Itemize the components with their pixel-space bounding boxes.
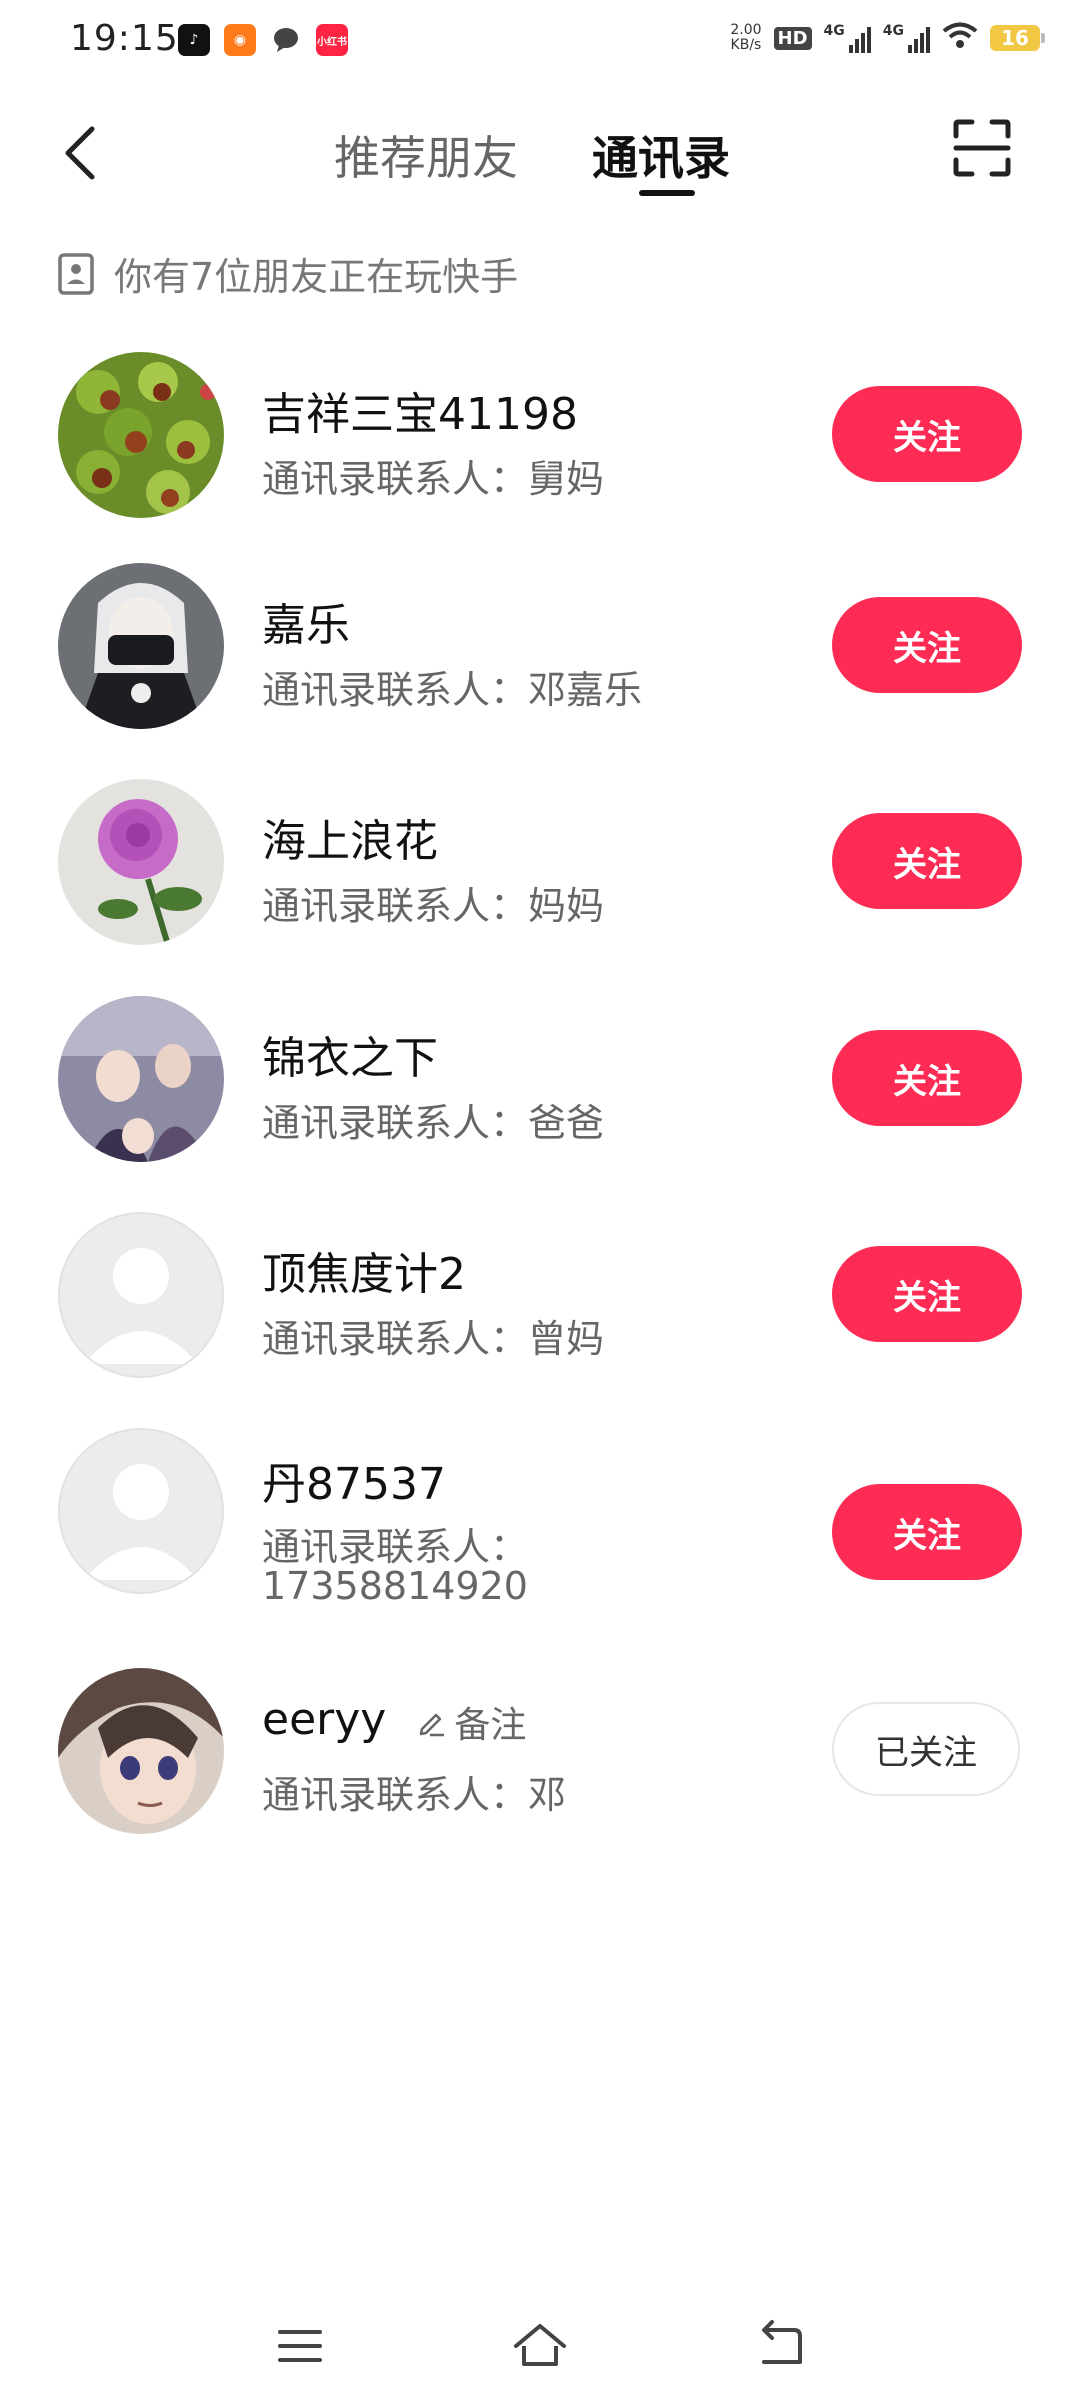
- return-icon: [762, 2320, 802, 2364]
- kuaishou-icon: ◉: [224, 24, 256, 56]
- contact-name: 丹87537: [262, 1459, 446, 1510]
- net-speed-value: 2.00: [730, 22, 762, 38]
- follow-button[interactable]: 关注: [832, 386, 1022, 482]
- follow-button[interactable]: 关注: [832, 813, 1022, 909]
- avatar[interactable]: [58, 779, 224, 945]
- default-avatar-icon[interactable]: [58, 1428, 224, 1594]
- follow-button[interactable]: 关注: [832, 1484, 1022, 1580]
- tab-recommend-friends[interactable]: 推荐朋友: [334, 122, 518, 188]
- active-tab-indicator: [639, 190, 695, 196]
- list-item[interactable]: 顶焦度计2 通讯录联系人：曾妈 关注: [0, 1212, 1080, 1402]
- contact-name: 锦衣之下: [262, 1033, 438, 1084]
- contact-book-icon: [58, 252, 94, 295]
- follow-button[interactable]: 关注: [832, 597, 1022, 693]
- wifi-icon: [942, 22, 978, 54]
- home-button[interactable]: [510, 2316, 570, 2376]
- xiaohongshu-icon: 小红书: [316, 24, 348, 56]
- avatar[interactable]: [58, 352, 224, 518]
- remark-button[interactable]: 备注: [416, 1696, 526, 1748]
- signal-1-label: 4G: [823, 23, 845, 39]
- signal-icon-1: 4G: [824, 23, 871, 53]
- friends-info-row: 你有7位朋友正在玩快手: [58, 246, 518, 301]
- contact-subtitle: 通讯录联系人：邓嘉乐: [262, 668, 643, 712]
- net-speed-unit: KB/s: [730, 37, 762, 53]
- contact-name-row: eeryy 备注: [262, 1694, 526, 1748]
- status-bar: 19:15 ♪ ◉ 小红书 2.00 KB/s HD 4G 4G 16: [0, 0, 1080, 84]
- contact-subtitle: 通讯录联系人：曾妈: [262, 1317, 605, 1361]
- back-nav-button[interactable]: [750, 2316, 810, 2376]
- friends-info-text: 你有7位朋友正在玩快手: [114, 255, 519, 299]
- followed-button[interactable]: 已关注: [832, 1702, 1020, 1796]
- signal-2-label: 4G: [882, 23, 904, 39]
- contact-subtitle: 通讯录联系人：邓: [262, 1773, 567, 1817]
- chevron-left-icon: [65, 126, 95, 180]
- scan-button[interactable]: [952, 118, 1012, 178]
- top-header: 推荐朋友 通讯录: [0, 100, 1080, 210]
- scan-icon: [953, 119, 1011, 177]
- default-avatar-icon[interactable]: [58, 1212, 224, 1378]
- list-item[interactable]: 海上浪花 通讯录联系人：妈妈 关注: [0, 779, 1080, 969]
- message-icon: [270, 24, 302, 56]
- contact-name: eeryy: [262, 1694, 387, 1745]
- avatar[interactable]: [58, 563, 224, 729]
- contact-name: 吉祥三宝41198: [262, 389, 578, 440]
- edit-icon: [420, 1713, 445, 1737]
- list-item[interactable]: eeryy 备注 通讯录联系人：邓 已关注: [0, 1668, 1080, 1858]
- contact-subtitle: 通讯录联系人：妈妈: [262, 884, 605, 928]
- back-button[interactable]: [50, 118, 110, 188]
- status-indicators: 2.00 KB/s HD 4G 4G 16: [730, 22, 1045, 54]
- hd-icon: HD: [773, 26, 812, 50]
- system-nav-bar: [0, 2300, 1080, 2390]
- list-item[interactable]: 锦衣之下 通讯录联系人：爸爸 关注: [0, 996, 1080, 1186]
- list-item[interactable]: 丹87537 通讯录联系人： 17358814920 关注: [0, 1428, 1080, 1658]
- contact-name: 海上浪花: [262, 816, 438, 867]
- contact-subtitle-line1: 通讯录联系人：: [262, 1525, 529, 1569]
- avatar[interactable]: [58, 1668, 224, 1834]
- remark-label: 备注: [454, 1705, 527, 1746]
- contact-name: 嘉乐: [262, 600, 350, 651]
- signal-icon-2: 4G: [883, 23, 930, 53]
- notification-icons: ♪ ◉ 小红书: [178, 24, 348, 56]
- contact-subtitle-line2: 17358814920: [262, 1564, 528, 1608]
- avatar[interactable]: [58, 996, 224, 1162]
- contact-name: 顶焦度计2: [262, 1249, 466, 1300]
- menu-icon: [278, 2330, 322, 2362]
- menu-button[interactable]: [270, 2316, 330, 2376]
- follow-button[interactable]: 关注: [832, 1246, 1022, 1342]
- follow-button[interactable]: 关注: [832, 1030, 1022, 1126]
- battery-icon: 16: [990, 25, 1045, 51]
- list-item[interactable]: 嘉乐 通讯录联系人：邓嘉乐 关注: [0, 563, 1080, 753]
- home-icon: [514, 2324, 566, 2366]
- tab-contacts[interactable]: 通讯录: [592, 122, 730, 188]
- net-speed: 2.00 KB/s: [730, 23, 761, 53]
- tiktok-icon: ♪: [178, 24, 210, 56]
- contact-subtitle: 通讯录联系人：爸爸: [262, 1101, 605, 1145]
- contact-subtitle: 通讯录联系人：舅妈: [262, 457, 605, 501]
- list-item[interactable]: 吉祥三宝41198 通讯录联系人：舅妈 关注: [0, 352, 1080, 542]
- status-time: 19:15: [70, 18, 179, 59]
